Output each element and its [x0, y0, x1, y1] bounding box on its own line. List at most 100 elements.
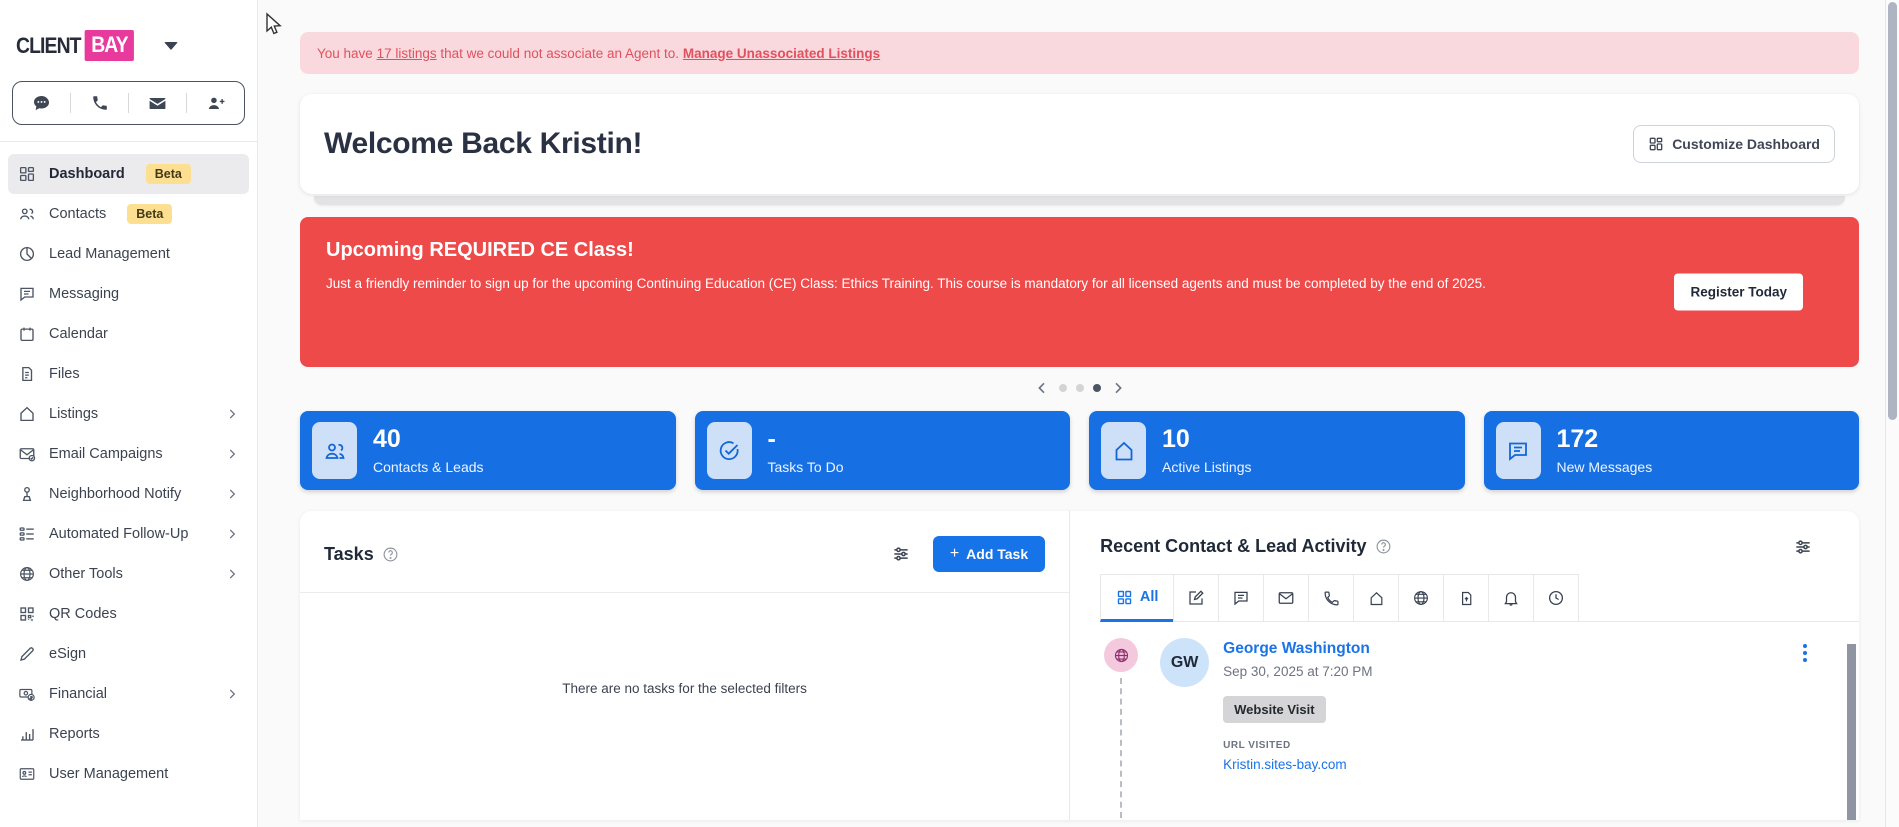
brand-dropdown-caret-icon[interactable]	[164, 42, 178, 50]
register-today-button[interactable]: Register Today	[1674, 274, 1803, 311]
sidebar-item-automated-follow-up[interactable]: Automated Follow-Up	[8, 514, 249, 554]
sidebar-item-neighborhood-notify[interactable]: Neighborhood Notify	[8, 474, 249, 514]
page-scrollbar[interactable]	[1885, 0, 1899, 827]
sidebar-item-label: Listings	[49, 406, 98, 422]
contact-name-link[interactable]: George Washington	[1223, 640, 1372, 658]
page-scrollbar-thumb[interactable]	[1888, 2, 1897, 420]
document-icon	[18, 365, 36, 383]
activity-feed-scrollbar[interactable]	[1847, 644, 1856, 820]
customize-dashboard-label: Customize Dashboard	[1672, 136, 1820, 152]
brand-logo[interactable]: CLIENT BAY	[0, 0, 257, 61]
task-check-icon	[707, 422, 752, 479]
stat-value: -	[768, 426, 844, 452]
beta-badge: Beta	[146, 164, 191, 184]
sidebar-item-messaging[interactable]: Messaging	[8, 274, 249, 314]
add-contact-icon	[206, 94, 225, 113]
carousel-stack-edge	[314, 196, 1845, 205]
main-content: You have 17 listings that we could not a…	[258, 0, 1899, 827]
help-icon[interactable]	[382, 546, 399, 563]
visited-url-link[interactable]: Kristin.sites-bay.com	[1223, 757, 1372, 772]
speech-bubble-icon	[18, 285, 36, 303]
sidebar-item-qr-codes[interactable]: QR Codes	[8, 594, 249, 634]
sidebar-item-other-tools[interactable]: Other Tools	[8, 554, 249, 594]
stat-card-active-listings[interactable]: 10 Active Listings	[1089, 411, 1465, 490]
calendar-icon	[18, 325, 36, 343]
stat-card-contacts-leads[interactable]: 40 Contacts & Leads	[300, 411, 676, 490]
people-icon	[18, 205, 36, 223]
tab-messages[interactable]	[1218, 574, 1264, 622]
tab-listings[interactable]	[1353, 574, 1399, 622]
clock-icon	[1547, 589, 1565, 607]
quick-call-button[interactable]	[71, 82, 128, 124]
sidebar-item-listings[interactable]: Listings	[8, 394, 249, 434]
quick-add-contact-button[interactable]	[187, 82, 244, 124]
house-icon	[18, 405, 36, 423]
chevron-right-icon	[225, 447, 239, 461]
alert-count-link[interactable]: 17 listings	[377, 46, 437, 61]
sidebar-item-dashboard[interactable]: Dashboard Beta	[8, 154, 249, 194]
chevron-right-icon	[225, 687, 239, 701]
welcome-title: Welcome Back Kristin!	[324, 127, 642, 161]
chat-icon	[32, 94, 51, 113]
tasks-filter-icon[interactable]	[891, 544, 911, 564]
tab-files[interactable]	[1443, 574, 1489, 622]
carousel-dot-2[interactable]	[1076, 384, 1084, 392]
sidebar-item-files[interactable]: Files	[8, 354, 249, 394]
banner-carousel-controls	[300, 377, 1859, 399]
sidebar-item-label: Files	[49, 366, 80, 382]
carousel-next-icon[interactable]	[1110, 380, 1126, 396]
quick-chat-button[interactable]	[13, 82, 70, 124]
tab-all-label: All	[1140, 589, 1159, 605]
sidebar-item-reports[interactable]: Reports	[8, 714, 249, 754]
sidebar-item-email-campaigns[interactable]: Email Campaigns	[8, 434, 249, 474]
sidebar-item-label: User Management	[49, 766, 168, 782]
globe-icon	[1412, 589, 1430, 607]
stat-card-tasks-to-do[interactable]: - Tasks To Do	[695, 411, 1071, 490]
people-icon	[312, 422, 357, 479]
tab-calls[interactable]	[1308, 574, 1354, 622]
entry-kebab-menu-icon[interactable]	[1799, 640, 1811, 666]
stat-value: 40	[373, 426, 484, 452]
chevron-right-icon	[225, 527, 239, 541]
stat-label: New Messages	[1557, 459, 1653, 475]
unassociated-listings-alert: You have 17 listings that we could not a…	[300, 32, 1859, 74]
sidebar-item-calendar[interactable]: Calendar	[8, 314, 249, 354]
carousel-dot-1[interactable]	[1059, 384, 1067, 392]
bell-icon	[1502, 589, 1520, 607]
sidebar-item-lead-management[interactable]: Lead Management	[8, 234, 249, 274]
ce-class-body: Just a friendly reminder to sign up for …	[326, 273, 1491, 296]
chat-icon	[1232, 589, 1250, 607]
sidebar-item-financial[interactable]: Financial	[8, 674, 249, 714]
carousel-dot-3-active[interactable]	[1093, 384, 1101, 392]
stat-card-new-messages[interactable]: 172 New Messages	[1484, 411, 1860, 490]
tab-all[interactable]: All	[1100, 574, 1174, 622]
help-icon[interactable]	[1375, 538, 1392, 555]
grid-icon	[1116, 589, 1133, 606]
tab-notifications[interactable]	[1488, 574, 1534, 622]
quick-email-button[interactable]	[129, 82, 186, 124]
tab-email[interactable]	[1263, 574, 1309, 622]
sidebar-nav: Dashboard Beta Contacts Beta Lead Manage…	[0, 142, 257, 794]
avatar[interactable]: GW	[1160, 638, 1209, 687]
sidebar-item-contacts[interactable]: Contacts Beta	[8, 194, 249, 234]
brand-name-primary: CLIENT	[16, 33, 81, 59]
app-window: CLIENT BAY	[0, 0, 1899, 827]
tab-history[interactable]	[1533, 574, 1579, 622]
add-task-button[interactable]: + Add Task	[933, 536, 1045, 572]
phone-icon	[91, 94, 109, 112]
stat-label: Contacts & Leads	[373, 459, 484, 475]
sidebar-item-esign[interactable]: eSign	[8, 634, 249, 674]
carousel-prev-icon[interactable]	[1034, 380, 1050, 396]
ce-class-banner: Upcoming REQUIRED CE Class! Just a frien…	[300, 217, 1859, 367]
envelope-icon	[1277, 589, 1295, 607]
activity-filter-icon[interactable]	[1793, 537, 1813, 557]
sidebar-item-label: Lead Management	[49, 246, 170, 262]
customize-dashboard-button[interactable]: Customize Dashboard	[1633, 125, 1835, 163]
sidebar-item-user-management[interactable]: User Management	[8, 754, 249, 794]
tab-notes[interactable]	[1173, 574, 1219, 622]
tab-website[interactable]	[1398, 574, 1444, 622]
sidebar-item-label: Dashboard	[49, 166, 125, 182]
stat-value: 10	[1162, 426, 1251, 452]
activity-entry: GW George Washington Sep 30, 2025 at 7:2…	[1100, 638, 1859, 798]
manage-unassociated-listings-link[interactable]: Manage Unassociated Listings	[683, 46, 880, 61]
